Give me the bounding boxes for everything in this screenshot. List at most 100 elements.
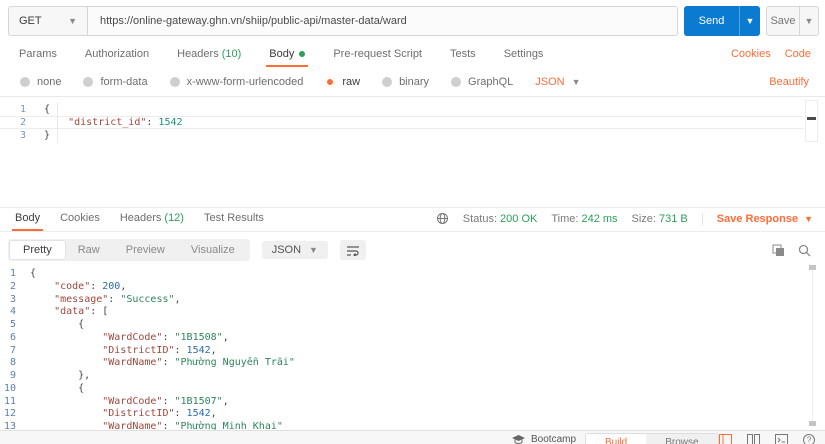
response-tab-test-results[interactable]: Test Results <box>203 209 265 231</box>
body-mode-label: binary <box>399 76 430 88</box>
chevron-down-icon: ▼ <box>804 213 813 224</box>
code-link[interactable]: Code <box>785 48 811 60</box>
view-tab-pretty[interactable]: Pretty <box>10 241 65 259</box>
tab-settings[interactable]: Settings <box>503 45 545 67</box>
response-tab-cookies[interactable]: Cookies <box>59 209 101 231</box>
toolbar-icons <box>772 244 825 257</box>
two-pane-icon[interactable] <box>747 434 760 444</box>
body-mode-row: none form-data x-www-form-urlencoded raw bin… <box>0 70 825 94</box>
response-meta: Status: 200 OK Time: 242 ms Size: 731 B Save … <box>436 212 825 231</box>
help-icon[interactable]: ? <box>803 434 815 444</box>
footer-icons: ? <box>719 434 815 444</box>
chevron-down-icon: ▼ <box>804 16 814 26</box>
radio-icon <box>382 77 393 87</box>
send-button[interactable]: Send <box>684 6 739 36</box>
copy-icon[interactable] <box>772 244 785 257</box>
wrap-lines-button[interactable] <box>339 240 366 260</box>
body-mode-label: form-data <box>100 76 148 88</box>
line-number: 4 <box>9 306 16 318</box>
code-line: 12 "DistrictID": 1542, <box>0 408 825 421</box>
bootcamp-button[interactable]: Bootcamp <box>512 434 576 444</box>
line-number: 3 <box>9 293 16 305</box>
body-mode-none[interactable]: none <box>20 76 61 88</box>
response-body-viewer[interactable]: 1{2 "code": 200, 3 "message": "Success", 4… <box>0 264 825 430</box>
stat-status: Status: 200 OK <box>462 212 538 225</box>
panel-icon[interactable] <box>719 434 732 444</box>
code-line: 1{ <box>0 268 825 281</box>
console-icon[interactable] <box>775 434 788 444</box>
save-options-button[interactable]: ▼ <box>800 6 819 36</box>
save-response-button[interactable]: Save Response ▼ <box>701 212 813 225</box>
response-tab-body[interactable]: Body <box>11 209 44 231</box>
view-tab-visualize[interactable]: Visualize <box>178 241 248 259</box>
browse-tab[interactable]: Browse <box>646 434 717 444</box>
view-tab-raw[interactable]: Raw <box>65 241 113 259</box>
body-mode-x-www-form-urlencoded[interactable]: x-www-form-urlencoded <box>169 76 303 88</box>
body-mode-form-data[interactable]: form-data <box>83 76 148 88</box>
request-language-dropdown[interactable]: JSON ▼ <box>535 76 580 88</box>
tab-pre-request-script[interactable]: Pre-request Script <box>332 45 423 67</box>
code-line: 5 { <box>0 319 825 332</box>
body-mode-graphql[interactable]: GraphQL <box>451 76 513 88</box>
body-mode-label: GraphQL <box>468 76 514 88</box>
tab-label: Headers <box>177 48 219 60</box>
build-tab[interactable]: Build <box>586 434 647 444</box>
tab-label: Pre-request Script <box>333 48 422 60</box>
footer-bar: Bootcamp Build Browse ? <box>0 430 825 444</box>
response-scrollbar-thumb[interactable] <box>809 421 816 426</box>
view-tab-preview[interactable]: Preview <box>113 241 178 259</box>
code-line: 13 "WardName": "Phường Minh Khai" <box>0 421 825 430</box>
tab-body[interactable]: Body <box>266 45 309 67</box>
response-scrollbar-thumb[interactable] <box>809 265 816 270</box>
send-button-group: Send ▼ <box>684 6 760 36</box>
code-text: "DistrictID": 1542, <box>102 344 217 356</box>
tab-tests[interactable]: Tests <box>449 45 477 67</box>
gutter-divider <box>57 102 58 143</box>
response-tab-headers[interactable]: Headers (12) <box>119 209 185 231</box>
body-mode-label: none <box>37 76 62 88</box>
response-scrollbar[interactable] <box>812 266 813 426</box>
beautify-button[interactable]: Beautify <box>769 76 809 88</box>
method-dropdown[interactable]: GET ▼ <box>8 6 88 36</box>
tab-count: (12) <box>164 212 184 224</box>
chevron-down-icon: ▼ <box>309 245 318 255</box>
cookies-link[interactable]: Cookies <box>731 48 771 60</box>
save-button[interactable]: Save <box>766 6 800 36</box>
request-body-editor[interactable]: 1{2 "district_id": 1542 3} <box>0 96 825 200</box>
send-options-button[interactable]: ▼ <box>739 6 760 36</box>
code-text: "data": [ <box>54 306 109 318</box>
code-line: 8 "WardName": "Phường Nguyễn Trãi" <box>0 357 825 370</box>
code-text: { <box>30 268 37 279</box>
line-number: 1 <box>9 268 16 279</box>
line-number: 5 <box>9 319 16 330</box>
tab-label: Test Results <box>203 212 264 224</box>
search-icon[interactable] <box>798 244 811 257</box>
code-line: 6 "WardCode": "1B1508", <box>0 332 825 345</box>
editor-scrollbar-thumb[interactable] <box>807 117 816 120</box>
tab-label: Body <box>269 48 295 60</box>
response-toolbar: Pretty Raw Preview Visualize JSON ▼ <box>0 238 825 262</box>
editor-scrollbar[interactable] <box>805 100 818 142</box>
line-number: 9 <box>9 370 16 381</box>
line-number: 7 <box>9 344 16 356</box>
response-tabs-list: Body Cookies Headers (12) Test Results <box>11 209 265 231</box>
code-line: 3 "message": "Success", <box>0 294 825 307</box>
code-text: { <box>44 104 51 115</box>
tab-params[interactable]: Params <box>18 45 58 67</box>
tab-authorization[interactable]: Authorization <box>84 45 150 67</box>
url-text: https://online-gateway.ghn.vn/shiip/publ… <box>100 15 407 27</box>
url-input[interactable]: https://online-gateway.ghn.vn/shiip/publ… <box>88 6 678 36</box>
line-number: 8 <box>9 357 16 369</box>
code-line: 1{ <box>0 103 825 116</box>
network-icon <box>436 212 449 225</box>
tab-headers[interactable]: Headers (10) <box>176 45 242 67</box>
radio-icon <box>169 77 180 87</box>
response-language-dropdown[interactable]: JSON ▼ <box>261 241 328 259</box>
body-mode-raw[interactable]: raw <box>325 76 360 88</box>
body-mode-binary[interactable]: binary <box>382 76 429 88</box>
code-line: 2 "code": 200, <box>0 281 825 294</box>
request-url-row: GET ▼ https://online-gateway.ghn.vn/shii… <box>8 6 819 36</box>
stats-list: Status: 200 OK Time: 242 ms Size: 731 B <box>463 213 688 225</box>
line-number: 1 <box>19 104 26 115</box>
code-text: }, <box>30 370 91 381</box>
